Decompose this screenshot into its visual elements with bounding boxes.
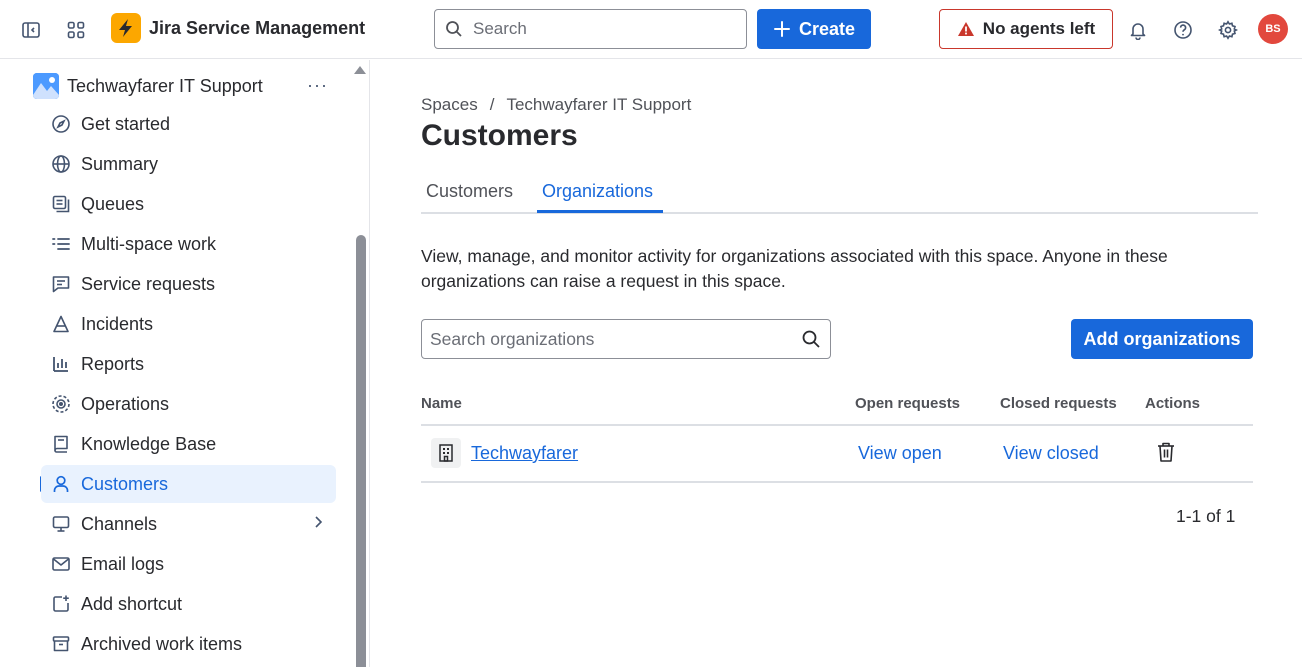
- sidebar-item-label: Summary: [81, 153, 159, 174]
- sidebar-item-label: Queues: [81, 193, 145, 214]
- breadcrumb-spaces[interactable]: Spaces: [421, 95, 478, 115]
- monitor-icon: [41, 505, 81, 543]
- table-row: Techwayfarer View open View closed: [421, 426, 1253, 483]
- space-name: Techwayfarer IT Support: [67, 75, 263, 96]
- top-bar: Jira Service Management Create No agents…: [0, 0, 1302, 59]
- column-header-open-requests: Open requests: [855, 395, 961, 412]
- sidebar-item-multi-space-work[interactable]: Multi-space work: [41, 225, 336, 263]
- more-options-icon[interactable]: ···: [307, 75, 328, 96]
- sidebar-item-label: Get started: [81, 113, 171, 134]
- add-organizations-button[interactable]: Add organizations: [1071, 319, 1253, 359]
- sidebar-item-operations[interactable]: Operations: [41, 385, 336, 423]
- chart-icon: [41, 345, 81, 383]
- no-agents-left-label: No agents left: [982, 19, 1096, 38]
- sidebar-item-reports[interactable]: Reports: [41, 345, 336, 383]
- breadcrumb: Spaces / Techwayfarer IT Support: [421, 95, 691, 115]
- app-switcher-icon[interactable]: [59, 13, 93, 47]
- view-closed-link[interactable]: View closed: [1003, 443, 1099, 464]
- incident-icon: [41, 305, 81, 343]
- sidebar-item-email-logs[interactable]: Email logs: [41, 545, 336, 583]
- breadcrumb-space[interactable]: Techwayfarer IT Support: [506, 95, 691, 115]
- sidebar-item-queues[interactable]: Queues: [41, 185, 336, 223]
- settings-gear-icon[interactable]: [1211, 13, 1245, 47]
- sidebar-item-label: Add shortcut: [81, 593, 183, 614]
- notifications-bell-icon[interactable]: [1121, 13, 1155, 47]
- person-icon: [41, 465, 81, 503]
- book-icon: [41, 425, 81, 463]
- operations-icon: [41, 385, 81, 423]
- mail-icon: [41, 545, 81, 583]
- selected-tab-indicator: [537, 210, 663, 213]
- sidebar-item-label: Service requests: [81, 273, 216, 294]
- jira-service-management-logo[interactable]: [111, 13, 141, 43]
- tab-organizations[interactable]: Organizations: [542, 181, 653, 202]
- create-button-label: Create: [798, 18, 856, 39]
- globe-icon: [41, 145, 81, 183]
- add-shortcut-icon: [41, 585, 81, 623]
- trash-icon[interactable]: [1156, 441, 1176, 468]
- sidebar-item-label: Customers: [81, 473, 169, 494]
- page-description: View, manage, and monitor activity for o…: [421, 246, 1168, 291]
- compass-icon: [41, 105, 81, 143]
- sidebar-item-customers[interactable]: Customers: [41, 465, 336, 503]
- search-icon: [435, 10, 473, 48]
- sidebar-item-label: Channels: [81, 513, 158, 534]
- sidebar-item-knowledge-base[interactable]: Knowledge Base: [41, 425, 336, 463]
- table-header: Name Open requests Closed requests Actio…: [421, 385, 1253, 426]
- global-search-input[interactable]: [473, 19, 733, 39]
- breadcrumb-separator: /: [489, 95, 495, 114]
- create-button[interactable]: Create: [757, 9, 871, 49]
- user-avatar[interactable]: BS: [1258, 14, 1288, 44]
- sidebar-item-incidents[interactable]: Incidents: [41, 305, 336, 343]
- sidebar-item-label: Email logs: [81, 553, 165, 574]
- scroll-up-arrow[interactable]: [354, 66, 366, 74]
- sidebar-item-label: Multi-space work: [81, 233, 217, 254]
- sidebar-item-archived-work-items[interactable]: Archived work items: [41, 625, 336, 663]
- sidebar-item-label: Knowledge Base: [81, 433, 217, 454]
- sidebar-item-summary[interactable]: Summary: [41, 145, 336, 183]
- global-search[interactable]: [434, 9, 747, 49]
- no-agents-left-button[interactable]: No agents left: [939, 9, 1113, 49]
- sidebar-item-label: Archived work items: [81, 633, 243, 654]
- sidebar-item-label: Incidents: [81, 313, 154, 334]
- queues-icon: [41, 185, 81, 223]
- column-header-closed-requests: Closed requests: [1000, 395, 1117, 412]
- sidebar-item-label: Operations: [81, 393, 170, 414]
- tab-customers[interactable]: Customers: [426, 181, 513, 202]
- space-logo-icon: [33, 73, 59, 99]
- space-header[interactable]: Techwayfarer IT Support ···: [33, 71, 338, 101]
- page-title: Customers: [421, 119, 578, 152]
- archive-icon: [41, 625, 81, 663]
- pagination-summary: 1-1 of 1: [1176, 506, 1236, 526]
- organization-search-input[interactable]: [430, 328, 790, 350]
- app-name[interactable]: Jira Service Management: [149, 18, 365, 39]
- warning-icon: [957, 22, 974, 36]
- sidebar-item-service-requests[interactable]: Service requests: [41, 265, 336, 303]
- view-open-link[interactable]: View open: [858, 443, 942, 464]
- organization-search[interactable]: [421, 319, 831, 359]
- organizations-table: Name Open requests Closed requests Actio…: [421, 385, 1253, 483]
- sidebar-item-channels[interactable]: Channels: [41, 505, 336, 543]
- search-icon[interactable]: [801, 329, 821, 354]
- chat-icon: [41, 265, 81, 303]
- sidebar-item-get-started[interactable]: Get started: [41, 105, 336, 143]
- building-icon: [431, 438, 461, 468]
- help-icon[interactable]: [1166, 13, 1200, 47]
- chevron-right-icon[interactable]: [310, 514, 326, 535]
- list-icon: [41, 225, 81, 263]
- sidebar-scrollbar[interactable]: [356, 235, 366, 667]
- tab-bar: Customers Organizations: [421, 171, 1258, 214]
- plus-icon: [773, 21, 790, 37]
- column-header-name: Name: [421, 395, 462, 412]
- sidebar-toggle-icon[interactable]: [14, 13, 48, 47]
- sidebar-item-add-shortcut[interactable]: Add shortcut: [41, 585, 336, 623]
- organization-name-link[interactable]: Techwayfarer: [471, 443, 578, 464]
- column-header-actions: Actions: [1145, 395, 1201, 412]
- sidebar: Techwayfarer IT Support ··· Get started …: [0, 60, 370, 667]
- sidebar-item-label: Reports: [81, 353, 145, 374]
